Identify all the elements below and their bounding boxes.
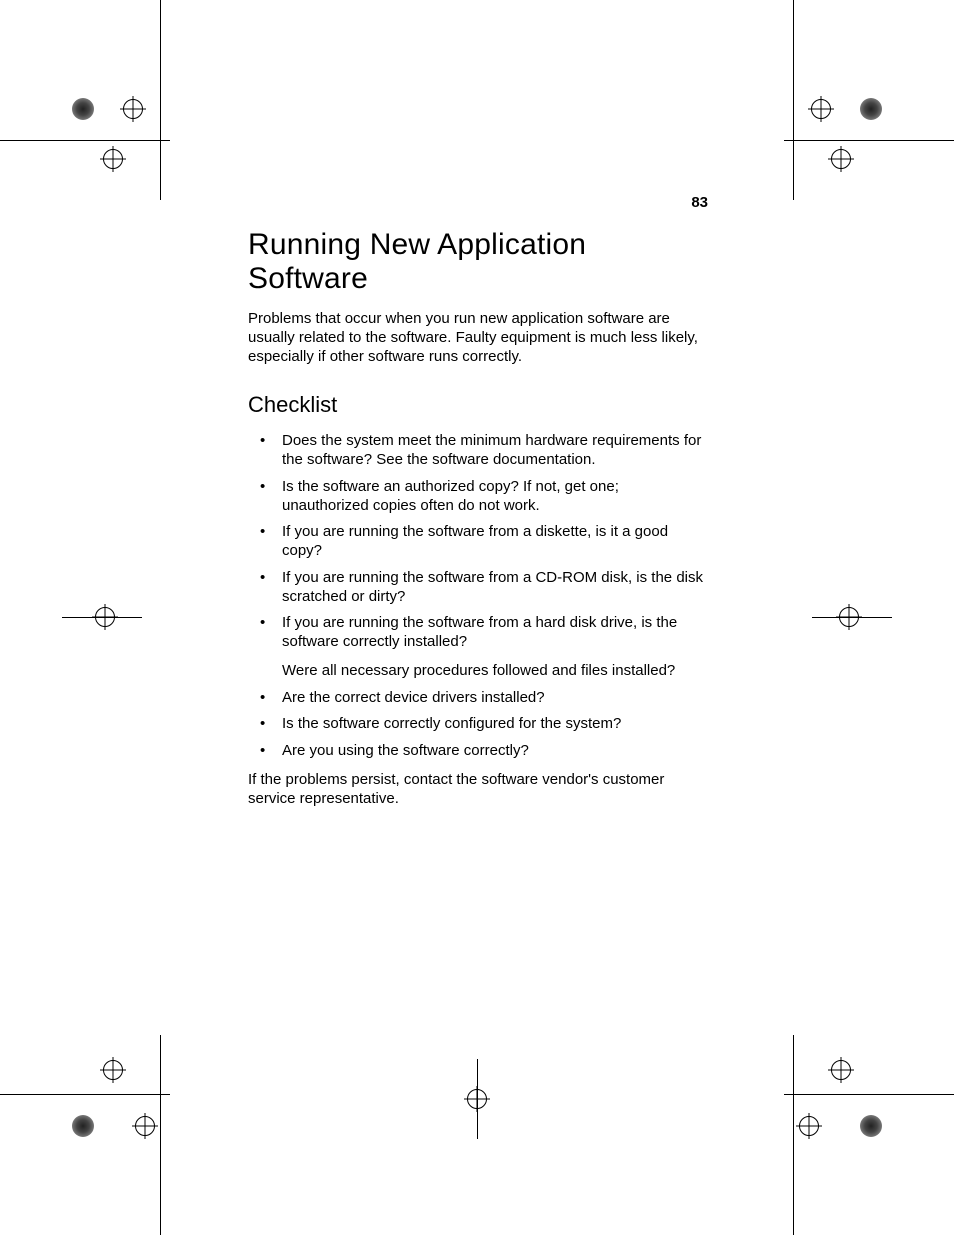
crop-line [793, 1035, 794, 1235]
crop-line [0, 140, 170, 141]
page-number: 83 [691, 194, 708, 211]
checklist: Does the system meet the minimum hardwar… [248, 432, 708, 761]
crop-line [784, 140, 954, 141]
list-item: Is the software correctly configured for… [248, 715, 708, 734]
page-content: 83 Running New Application Software Prob… [248, 194, 708, 822]
registration-mark [437, 1059, 517, 1139]
registration-mark [772, 580, 892, 660]
crop-line [0, 1094, 170, 1095]
list-item: Are the correct device drivers installed… [248, 689, 708, 708]
page-title: Running New Application Software [248, 228, 708, 296]
list-item: If you are running the software from a C… [248, 569, 708, 607]
registration-mark [62, 88, 202, 188]
crop-line [793, 0, 794, 200]
crop-line [160, 0, 161, 200]
crop-line [784, 1094, 954, 1095]
registration-mark [752, 1047, 892, 1147]
list-item: If you are running the software from a d… [248, 523, 708, 561]
closing-paragraph: If the problems persist, contact the sof… [248, 771, 708, 809]
list-item-subtext: Were all necessary procedures followed a… [282, 662, 708, 681]
registration-mark [62, 1047, 202, 1147]
list-item: If you are running the software from a h… [248, 614, 708, 680]
list-item: Are you using the software correctly? [248, 742, 708, 761]
list-item: Is the software an authorized copy? If n… [248, 478, 708, 516]
list-item-text: If you are running the software from a h… [282, 614, 677, 650]
registration-mark [62, 580, 182, 660]
intro-paragraph: Problems that occur when you run new app… [248, 310, 708, 366]
registration-mark [752, 88, 892, 188]
section-heading-checklist: Checklist [248, 392, 708, 418]
crop-line [160, 1035, 161, 1235]
list-item: Does the system meet the minimum hardwar… [248, 432, 708, 470]
